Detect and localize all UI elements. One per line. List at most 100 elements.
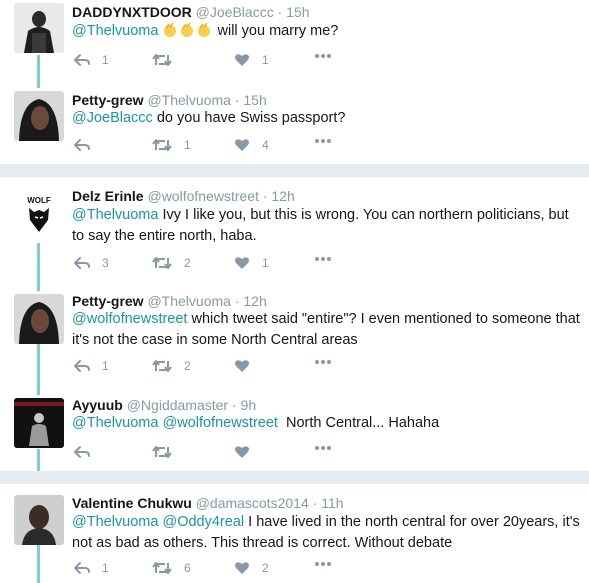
tweet[interactable]: DADDYNXTDOOR @JoeBlaccc · 15h @Thelvuoma… bbox=[0, 0, 589, 80]
heart-icon bbox=[235, 257, 249, 269]
thread-separator bbox=[0, 164, 589, 177]
separator-dot: · bbox=[262, 188, 268, 204]
more-icon bbox=[315, 360, 331, 364]
more-button[interactable] bbox=[314, 445, 332, 451]
more-button[interactable] bbox=[314, 53, 332, 59]
mention-link[interactable]: @Thelvuoma bbox=[72, 415, 158, 431]
mention-link[interactable]: @Oddy4real bbox=[162, 514, 244, 530]
tweet[interactable]: WOLF Delz Erinle @wolfofnewstreet · 12h … bbox=[0, 177, 589, 287]
display-name[interactable]: Valentine Chukwu bbox=[72, 495, 192, 511]
retweet-icon bbox=[152, 562, 172, 574]
retweet-icon bbox=[152, 257, 172, 269]
tweet-header: Delz Erinle @wolfofnewstreet · 12h bbox=[72, 188, 295, 204]
avatar[interactable] bbox=[14, 294, 64, 344]
mention-link[interactable]: @Thelvuoma bbox=[72, 207, 158, 223]
like-button[interactable]: 4 bbox=[234, 138, 269, 152]
timestamp[interactable]: 12h bbox=[243, 293, 266, 309]
display-name[interactable]: Petty-grew bbox=[72, 293, 144, 309]
retweet-button[interactable]: 1 bbox=[152, 138, 191, 152]
timestamp[interactable]: 12h bbox=[271, 188, 294, 204]
tweet-header: Petty-grew @Thelvuoma · 15h bbox=[72, 92, 267, 108]
like-count: 2 bbox=[262, 561, 269, 575]
like-count: 1 bbox=[262, 256, 269, 270]
retweet-icon bbox=[152, 360, 172, 372]
reply-button[interactable]: 3 bbox=[74, 256, 109, 270]
tweet-text: @wolfofnewstreet which tweet said "entir… bbox=[72, 309, 582, 351]
reply-button[interactable] bbox=[74, 445, 102, 459]
timestamp[interactable]: 15h bbox=[286, 4, 309, 20]
tweet-actions: 3 2 1 bbox=[74, 256, 344, 272]
retweet-count: 2 bbox=[184, 256, 191, 270]
username[interactable]: @JoeBlaccc bbox=[196, 4, 274, 20]
like-count: 1 bbox=[262, 53, 269, 67]
username[interactable]: @Ngiddamaster bbox=[127, 397, 228, 413]
reply-count: 1 bbox=[102, 53, 109, 67]
tweet[interactable]: Ayyuub @Ngiddamaster · 9h @Thelvuoma @wo… bbox=[0, 395, 589, 471]
more-button[interactable] bbox=[314, 256, 332, 262]
retweet-button[interactable]: 2 bbox=[152, 359, 191, 373]
heart-icon bbox=[235, 562, 249, 574]
tweet-actions: 1 1 bbox=[74, 53, 344, 69]
display-name[interactable]: Ayyuub bbox=[72, 397, 123, 413]
tweet-text: @Thelvuoma @wolfofnewstreet North Centra… bbox=[72, 413, 582, 434]
like-count: 4 bbox=[262, 138, 269, 152]
tweet[interactable]: Petty-grew @Thelvuoma · 12h @wolfofnewst… bbox=[0, 291, 589, 391]
display-name[interactable]: Petty-grew bbox=[72, 92, 144, 108]
retweet-count: 1 bbox=[184, 138, 191, 152]
tweet[interactable]: Petty-grew @Thelvuoma · 15h @JoeBlaccc d… bbox=[0, 88, 589, 164]
reply-button[interactable]: 1 bbox=[74, 561, 109, 575]
more-button[interactable] bbox=[314, 138, 332, 144]
separator-dot: · bbox=[231, 397, 237, 413]
username[interactable]: @damascots2014 bbox=[196, 495, 309, 511]
tweet-actions bbox=[74, 445, 344, 461]
like-button[interactable] bbox=[234, 359, 262, 373]
mention-link[interactable]: @wolfofnewstreet bbox=[162, 415, 277, 431]
retweet-button[interactable] bbox=[152, 53, 184, 67]
mention-link[interactable]: @Thelvuoma bbox=[72, 514, 158, 530]
reply-button[interactable] bbox=[74, 138, 102, 152]
tweet-actions: 1 2 bbox=[74, 359, 344, 375]
reply-icon bbox=[74, 360, 90, 372]
tweet-header: Ayyuub @Ngiddamaster · 9h bbox=[72, 397, 256, 413]
display-name[interactable]: Delz Erinle bbox=[72, 188, 144, 204]
tweet-actions: 1 4 bbox=[74, 138, 344, 154]
username[interactable]: @wolfofnewstreet bbox=[147, 188, 258, 204]
avatar[interactable] bbox=[14, 495, 64, 545]
mention-link[interactable]: @wolfofnewstreet bbox=[72, 311, 187, 327]
separator-dot: · bbox=[277, 4, 283, 20]
username[interactable]: @Thelvuoma bbox=[147, 293, 230, 309]
display-name[interactable]: DADDYNXTDOOR bbox=[72, 4, 192, 20]
tweet-text: @Thelvuoma @Oddy4real I have lived in th… bbox=[72, 512, 582, 554]
reply-icon bbox=[74, 54, 90, 66]
username[interactable]: @Thelvuoma bbox=[147, 92, 230, 108]
timestamp[interactable]: 9h bbox=[241, 397, 257, 413]
like-button[interactable]: 1 bbox=[234, 53, 269, 67]
retweet-icon bbox=[152, 446, 172, 458]
avatar[interactable] bbox=[14, 91, 64, 141]
mention-link[interactable]: @Thelvuoma bbox=[72, 23, 158, 39]
clapping-hands-icon bbox=[162, 22, 217, 39]
tweet-text: @Thelvuoma Ivy I like you, but this is w… bbox=[72, 205, 582, 247]
like-button[interactable]: 2 bbox=[234, 561, 269, 575]
retweet-button[interactable]: 6 bbox=[152, 561, 191, 575]
reply-icon bbox=[74, 562, 90, 574]
timestamp[interactable]: 15h bbox=[243, 92, 266, 108]
tweet-header: Valentine Chukwu @damascots2014 · 11h bbox=[72, 495, 344, 511]
retweet-button[interactable] bbox=[152, 445, 184, 459]
avatar[interactable] bbox=[14, 398, 64, 448]
avatar[interactable]: WOLF bbox=[14, 190, 64, 240]
reply-icon bbox=[74, 446, 90, 458]
like-button[interactable] bbox=[234, 445, 262, 459]
retweet-button[interactable]: 2 bbox=[152, 256, 191, 270]
more-button[interactable] bbox=[314, 359, 332, 365]
reply-button[interactable]: 1 bbox=[74, 359, 109, 373]
avatar[interactable] bbox=[14, 3, 64, 53]
mention-link[interactable]: @JoeBlaccc bbox=[72, 110, 153, 126]
tweet[interactable]: Valentine Chukwu @damascots2014 · 11h @T… bbox=[0, 484, 589, 583]
reply-button[interactable]: 1 bbox=[74, 53, 109, 67]
retweet-count: 2 bbox=[184, 359, 191, 373]
more-button[interactable] bbox=[314, 561, 332, 567]
timestamp[interactable]: 11h bbox=[321, 495, 343, 511]
like-button[interactable]: 1 bbox=[234, 256, 269, 270]
retweet-icon bbox=[152, 54, 172, 66]
